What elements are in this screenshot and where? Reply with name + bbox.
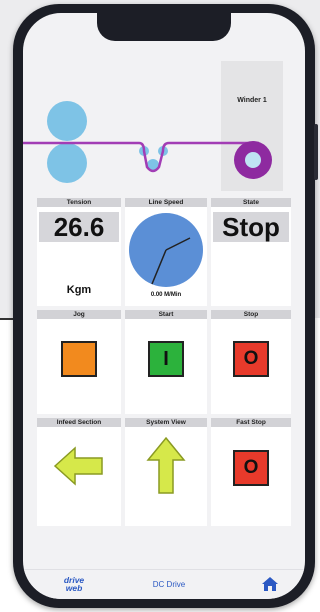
state-header: State xyxy=(211,198,291,207)
tension-unit: Kgm xyxy=(66,284,92,296)
up-arrow-icon[interactable] xyxy=(146,436,186,496)
line-speed-value: 0.00 M/Min xyxy=(150,292,182,298)
state-value: Stop xyxy=(213,212,289,242)
bottom-bar: drive web DC Drive xyxy=(23,569,305,599)
fast-stop-glyph: O xyxy=(243,457,259,478)
dc-drive-label[interactable]: DC Drive xyxy=(139,580,199,589)
home-icon[interactable] xyxy=(261,576,279,592)
start-header: Start xyxy=(125,310,207,319)
winder-label: Winder 1 xyxy=(237,97,267,104)
stop-header: Stop xyxy=(211,310,291,319)
phone-notch xyxy=(97,13,231,41)
jog-header: Jog xyxy=(37,310,121,319)
stop-button[interactable]: O xyxy=(233,341,269,377)
fast-stop-button[interactable]: O xyxy=(233,450,269,486)
driveweb-logo[interactable]: drive web xyxy=(53,576,95,593)
app-screen: Winder 1 Tension 26.6 Kgm Line Speed 0.0… xyxy=(23,13,305,599)
side-button xyxy=(314,124,318,180)
phone-frame: Winder 1 Tension 26.6 Kgm Line Speed 0.0… xyxy=(13,4,318,608)
jog-button[interactable] xyxy=(61,341,97,377)
upper-roller-icon xyxy=(47,101,87,141)
infeed-header: Infeed Section xyxy=(37,418,121,427)
system-view-header: System View xyxy=(125,418,207,427)
left-arrow-icon[interactable] xyxy=(53,444,105,488)
logo-line-2: web xyxy=(65,583,83,593)
process-diagram xyxy=(23,101,272,183)
tension-value: 26.6 xyxy=(39,212,119,242)
winder-core-icon xyxy=(245,152,261,168)
fast-stop-header: Fast Stop xyxy=(211,418,291,427)
line-speed-gauge xyxy=(129,213,203,287)
start-button[interactable]: I xyxy=(148,341,184,377)
tension-header: Tension xyxy=(37,198,121,207)
lower-roller-icon xyxy=(47,143,87,183)
line-speed-header: Line Speed xyxy=(125,198,207,207)
stop-glyph: O xyxy=(243,348,259,369)
start-glyph: I xyxy=(163,348,169,370)
